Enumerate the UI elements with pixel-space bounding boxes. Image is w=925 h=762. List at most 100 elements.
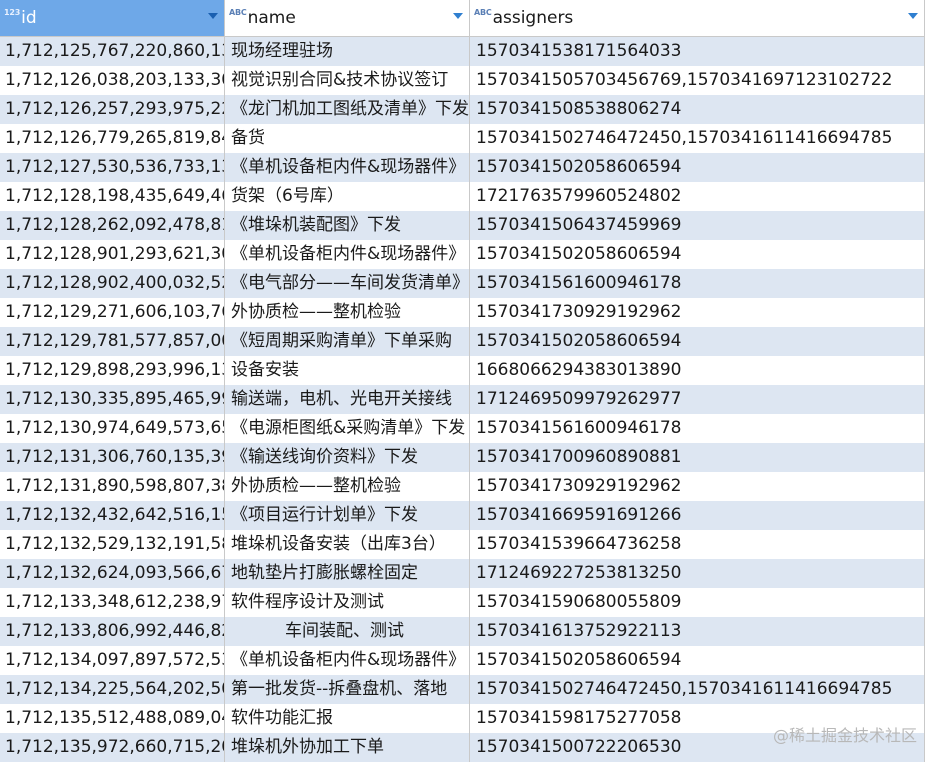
cell-assigners[interactable]: 1721763579960524802: [470, 182, 925, 211]
table-row[interactable]: 1,712,128,262,092,478,817 《堆垛机装配图》下发 15703…: [0, 211, 925, 240]
cell-id[interactable]: 1,712,130,335,895,465,999: [0, 385, 225, 414]
cell-id[interactable]: 1,712,134,097,897,572,533: [0, 646, 225, 675]
cell-name[interactable]: 外协质检——整机检验: [225, 298, 470, 327]
cell-id[interactable]: 1,712,135,972,660,715,201: [0, 733, 225, 762]
cell-name[interactable]: 第一批发货--拆叠盘机、落地: [225, 675, 470, 704]
cell-id[interactable]: 1,712,127,530,536,733,130: [0, 153, 225, 182]
cell-name[interactable]: 外协质检——整机检验: [225, 472, 470, 501]
cell-id[interactable]: 1,712,131,306,760,135,392: [0, 443, 225, 472]
table-row[interactable]: 1,712,128,198,435,649,460 货架（6号库） 17217635…: [0, 182, 925, 211]
cell-id[interactable]: 1,712,128,902,400,032,526: [0, 269, 225, 298]
cell-assigners[interactable]: 1570341502058606594: [470, 646, 925, 675]
table-row[interactable]: 1,712,130,974,649,573,652 《电源柜图纸&采购清单》下发 1…: [0, 414, 925, 443]
cell-name[interactable]: 输送端，电机、光电开关接线: [225, 385, 470, 414]
cell-assigners[interactable]: 1570341505703456769,1570341697123102722: [470, 66, 925, 95]
cell-assigners[interactable]: 1570341561600946178: [470, 414, 925, 443]
table-row[interactable]: 1,712,127,530,536,733,130 《单机设备柜内件&现场器件》 1…: [0, 153, 925, 182]
table-row[interactable]: 1,712,125,767,220,860,130 现场经理驻场 157034153…: [0, 37, 925, 66]
table-row[interactable]: 1,712,131,890,598,807,381 外协质检——整机检验 15703…: [0, 472, 925, 501]
cell-assigners[interactable]: 1570341590680055809: [470, 588, 925, 617]
table-row[interactable]: 1,712,132,529,132,191,584 堆垛机设备安装（出库3台） 15…: [0, 530, 925, 559]
cell-name[interactable]: 视觉识别合同&技术协议签订: [225, 66, 470, 95]
cell-name[interactable]: 现场经理驻场: [225, 37, 470, 66]
table-row[interactable]: 1,712,128,901,293,621,306 《单机设备柜内件&现场器件》 1…: [0, 240, 925, 269]
table-row[interactable]: 1,712,126,038,203,133,305 视觉识别合同&技术协议签订 15…: [0, 66, 925, 95]
dropdown-caret-icon[interactable]: [208, 13, 218, 19]
cell-name[interactable]: 软件功能汇报: [225, 704, 470, 733]
cell-name[interactable]: 堆垛机外协加工下单: [225, 733, 470, 762]
table-row[interactable]: 1,712,130,335,895,465,999 输送端，电机、光电开关接线 17…: [0, 385, 925, 414]
table-row[interactable]: 1,712,126,779,265,819,843 备货 1570341502746…: [0, 124, 925, 153]
cell-id[interactable]: 1,712,129,781,577,857,007: [0, 327, 225, 356]
cell-id[interactable]: 1,712,128,901,293,621,306: [0, 240, 225, 269]
cell-assigners[interactable]: 1570341502058606594: [470, 240, 925, 269]
cell-assigners[interactable]: 1570341669591691266: [470, 501, 925, 530]
cell-name[interactable]: 《单机设备柜内件&现场器件》: [225, 153, 470, 182]
cell-id[interactable]: 1,712,135,512,488,089,047: [0, 704, 225, 733]
cell-id[interactable]: 1,712,133,348,612,238,977: [0, 588, 225, 617]
table-row[interactable]: 1,712,134,097,897,572,533 《单机设备柜内件&现场器件》 1…: [0, 646, 925, 675]
cell-id[interactable]: 1,712,125,767,220,860,130: [0, 37, 225, 66]
cell-name[interactable]: 货架（6号库）: [225, 182, 470, 211]
cell-name[interactable]: 设备安装: [225, 356, 470, 385]
cell-assigners[interactable]: 1570341502746472450,1570341611416694785: [470, 675, 925, 704]
cell-id[interactable]: 1,712,132,432,642,516,151: [0, 501, 225, 530]
table-row[interactable]: 1,712,126,257,293,975,220 《龙门机加工图纸及清单》下发 1…: [0, 95, 925, 124]
dropdown-caret-icon[interactable]: [908, 13, 918, 19]
cell-assigners[interactable]: 1570341561600946178: [470, 269, 925, 298]
cell-name[interactable]: 《单机设备柜内件&现场器件》: [225, 240, 470, 269]
column-header-id[interactable]: 123 id: [0, 0, 225, 36]
table-row[interactable]: 1,712,133,348,612,238,977 软件程序设计及测试 157034…: [0, 588, 925, 617]
cell-id[interactable]: 1,712,134,225,564,202,503: [0, 675, 225, 704]
cell-name[interactable]: 《短周期采购清单》下单采购: [225, 327, 470, 356]
dropdown-caret-icon[interactable]: [453, 13, 463, 19]
table-row[interactable]: 1,712,129,781,577,857,007 《短周期采购清单》下单采购 15…: [0, 327, 925, 356]
cell-assigners[interactable]: 1570341502058606594: [470, 327, 925, 356]
table-row[interactable]: 1,712,132,624,093,566,670 地轨垫片打膨胀螺栓固定 1712…: [0, 559, 925, 588]
cell-name[interactable]: 备货: [225, 124, 470, 153]
cell-assigners[interactable]: 1570341538171564033: [470, 37, 925, 66]
cell-id[interactable]: 1,712,132,624,093,566,670: [0, 559, 225, 588]
cell-id[interactable]: 1,712,129,898,293,996,134: [0, 356, 225, 385]
table-row[interactable]: 1,712,128,902,400,032,526 《电气部分——车间发货清单》 1…: [0, 269, 925, 298]
cell-assigners[interactable]: 1570341508538806274: [470, 95, 925, 124]
cell-assigners[interactable]: 1570341730929192962: [470, 472, 925, 501]
cell-name[interactable]: 《单机设备柜内件&现场器件》: [225, 646, 470, 675]
cell-id[interactable]: 1,712,128,198,435,649,460: [0, 182, 225, 211]
cell-name[interactable]: 《堆垛机装配图》下发: [225, 211, 470, 240]
table-row[interactable]: 1,712,131,306,760,135,392 《输送线询价资料》下发 1570…: [0, 443, 925, 472]
cell-name[interactable]: 《电源柜图纸&采购清单》下发: [225, 414, 470, 443]
cell-assigners[interactable]: 1570341700960890881: [470, 443, 925, 472]
cell-assigners[interactable]: 1712469509979262977: [470, 385, 925, 414]
cell-name[interactable]: 《输送线询价资料》下发: [225, 443, 470, 472]
cell-name[interactable]: 《龙门机加工图纸及清单》下发: [225, 95, 470, 124]
table-row[interactable]: 1,712,132,432,642,516,151 《项目运行计划单》下发 1570…: [0, 501, 925, 530]
cell-id[interactable]: 1,712,132,529,132,191,584: [0, 530, 225, 559]
table-row[interactable]: 1,712,129,271,606,103,769 外协质检——整机检验 15703…: [0, 298, 925, 327]
cell-name[interactable]: 车间装配、测试: [225, 617, 470, 646]
cell-id[interactable]: 1,712,130,974,649,573,652: [0, 414, 225, 443]
cell-name[interactable]: 地轨垫片打膨胀螺栓固定: [225, 559, 470, 588]
cell-id[interactable]: 1,712,126,257,293,975,220: [0, 95, 225, 124]
cell-assigners[interactable]: 1570341730929192962: [470, 298, 925, 327]
cell-id[interactable]: 1,712,128,262,092,478,817: [0, 211, 225, 240]
cell-id[interactable]: 1,712,129,271,606,103,769: [0, 298, 225, 327]
cell-assigners[interactable]: 1668066294383013890: [470, 356, 925, 385]
table-row[interactable]: 1,712,129,898,293,996,134 设备安装 16680662943…: [0, 356, 925, 385]
cell-name[interactable]: 堆垛机设备安装（出库3台）: [225, 530, 470, 559]
cell-assigners[interactable]: 1570341539664736258: [470, 530, 925, 559]
column-header-name[interactable]: ABC name: [225, 0, 470, 36]
cell-assigners[interactable]: 1570341502058606594: [470, 153, 925, 182]
column-header-assigners[interactable]: ABC assigners: [470, 0, 925, 36]
cell-assigners[interactable]: 1570341506437459969: [470, 211, 925, 240]
cell-id[interactable]: 1,712,126,038,203,133,305: [0, 66, 225, 95]
table-row[interactable]: 1,712,133,806,992,446,823 车间装配、测试 1570341…: [0, 617, 925, 646]
table-row[interactable]: 1,712,134,225,564,202,503 第一批发货--拆叠盘机、落地 1…: [0, 675, 925, 704]
cell-name[interactable]: 软件程序设计及测试: [225, 588, 470, 617]
cell-assigners[interactable]: 1712469227253813250: [470, 559, 925, 588]
cell-name[interactable]: 《电气部分——车间发货清单》: [225, 269, 470, 298]
cell-id[interactable]: 1,712,133,806,992,446,823: [0, 617, 225, 646]
cell-name[interactable]: 《项目运行计划单》下发: [225, 501, 470, 530]
cell-id[interactable]: 1,712,126,779,265,819,843: [0, 124, 225, 153]
cell-assigners[interactable]: 1570341502746472450,1570341611416694785: [470, 124, 925, 153]
